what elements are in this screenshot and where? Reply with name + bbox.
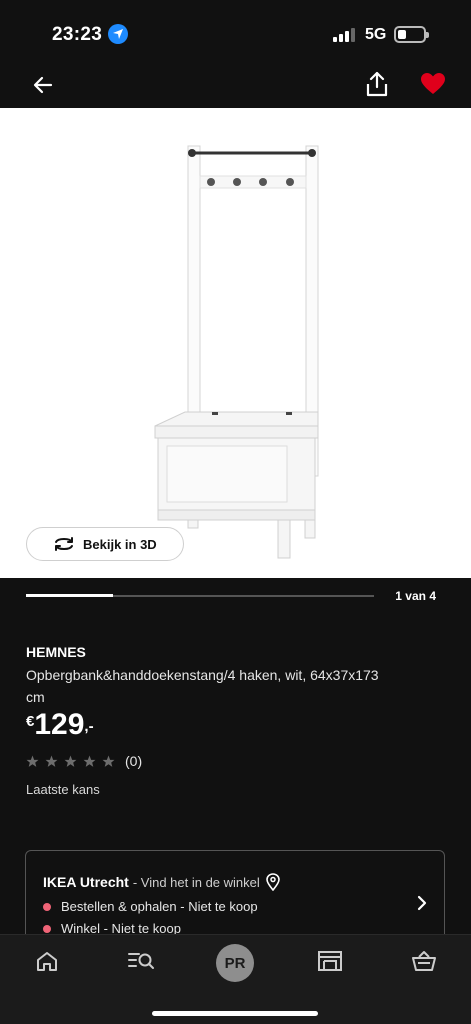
cellular-signal-icon [333,28,357,42]
share-icon[interactable] [364,70,390,98]
product-description: Opbergbank&handdoekenstang/4 haken, wit,… [26,667,379,705]
price-currency: € [26,713,35,730]
carousel-progress [26,594,113,597]
price-amount: 129 [34,708,85,741]
status-dot [43,924,51,933]
home-icon[interactable] [34,949,64,975]
bottom-navigation: PR [0,934,471,1024]
star-icon [26,755,39,767]
network-type: 5G [365,26,387,43]
product-photo-hemnes-bench [154,145,319,559]
home-indicator [152,1011,318,1016]
rating-stars [26,755,121,768]
store-line-text: Bestellen & ophalen - Niet te koop [61,899,258,914]
product-rating[interactable]: (0) [26,753,142,769]
rotate-3d-icon [55,537,73,551]
profile-avatar[interactable]: PR [216,944,254,982]
battery-icon [394,26,429,43]
store-icon[interactable] [317,949,347,975]
star-icon [64,755,77,767]
availability-note: Laatste kans [26,782,100,797]
store-title: IKEA Utrecht - Vind het in de winkel [43,873,280,891]
status-dot [43,902,51,911]
location-arrow-icon [108,24,128,44]
back-arrow-icon[interactable] [30,72,56,98]
location-pin-icon [265,873,280,891]
status-bar: 23:23 5G [0,0,471,64]
view-3d-label: Bekijk in 3D [83,536,157,552]
review-count: (0) [125,753,143,769]
price-cents: ,- [84,718,94,735]
top-app-bar [0,64,471,108]
image-carousel-indicator: 1 van 4 [26,589,446,606]
product-price: € 129 ,- [26,708,94,742]
chevron-right-icon [417,895,427,911]
status-time: 23:23 [52,24,103,45]
store-name: IKEA Utrecht [43,874,129,890]
product-name: HEMNES [26,644,86,660]
favorite-heart-icon[interactable] [420,72,446,96]
star-icon [83,755,96,767]
basket-icon[interactable] [411,949,441,975]
product-image-gallery[interactable]: Bekijk in 3D [0,108,471,578]
store-subtitle: - Vind het in de winkel [132,874,260,890]
star-icon [45,755,58,767]
view-3d-button[interactable]: Bekijk in 3D [26,527,184,561]
image-counter: 1 van 4 [395,589,436,603]
store-line-order-pickup: Bestellen & ophalen - Niet te koop [43,899,258,914]
search-list-icon[interactable] [127,949,157,975]
star-icon [102,755,115,767]
